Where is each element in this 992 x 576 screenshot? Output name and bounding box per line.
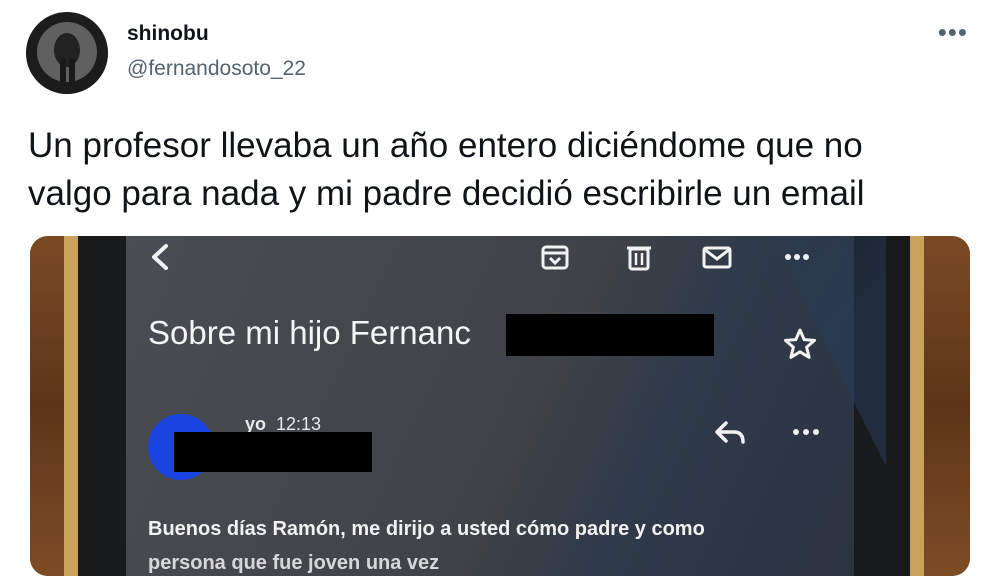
avatar-image <box>26 12 108 94</box>
more-icon <box>793 429 819 435</box>
tweet-text: Un profesor llevaba un año entero dicién… <box>28 122 968 218</box>
email-body: Buenos días Ramón, me dirijo a usted cóm… <box>148 512 705 576</box>
archive-icon <box>541 245 569 270</box>
sender-name: yo <box>245 414 267 434</box>
star-icon <box>784 328 816 359</box>
tweet-media-photo[interactable]: Sobre mi hijo Fernanc yo 12:13 Buenos día… <box>30 236 970 576</box>
email-body-line: Buenos días Ramón, me dirijo a usted cóm… <box>148 518 705 540</box>
email-body-line: persona que fue joven una vez <box>148 552 440 574</box>
avatar[interactable] <box>26 12 108 94</box>
email-time: 12:13 <box>276 414 322 434</box>
more-icon <box>785 254 809 260</box>
redaction-bar <box>174 432 372 472</box>
tweet-text-line: valgo para nada y mi padre decidió escri… <box>28 174 865 213</box>
display-name[interactable]: shinobu <box>127 22 209 46</box>
tweet-text-line: Un profesor llevaba un año entero dicién… <box>28 126 863 165</box>
reply-icon <box>715 421 745 444</box>
redaction-bar <box>506 314 714 356</box>
delete-icon <box>627 246 651 271</box>
email-subject: Sobre mi hijo Fernanc <box>148 314 471 351</box>
mail-icon <box>702 246 732 269</box>
user-handle[interactable]: @fernandosoto_22 <box>127 57 306 81</box>
back-icon <box>152 244 168 270</box>
more-icon[interactable]: ••• <box>938 19 968 45</box>
